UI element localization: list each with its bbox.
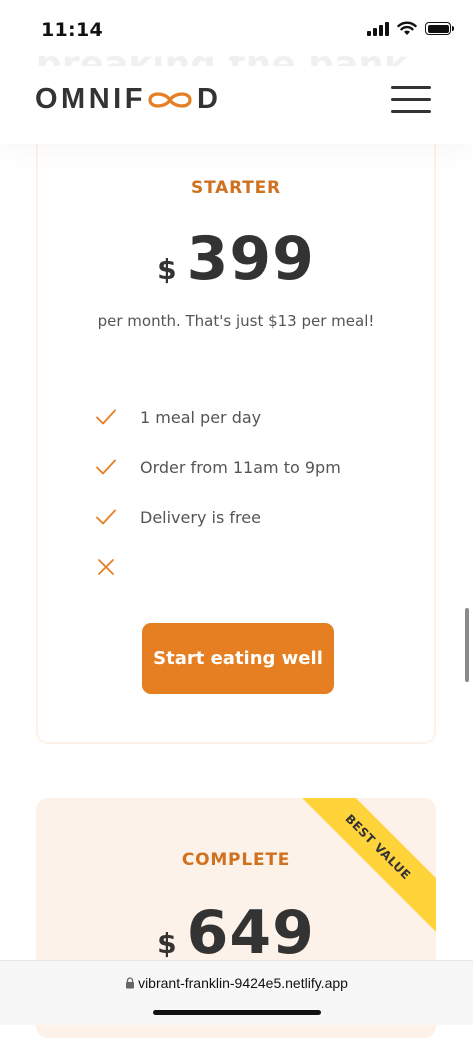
plan-price: $ 649 xyxy=(36,898,436,968)
feature-text: Order from 11am to 9pm xyxy=(140,457,341,477)
pricing-plan-starter: STARTER $ 399 per month. That's just $13… xyxy=(36,110,436,744)
url-field[interactable]: vibrant-franklin-9424e5.netlify.app xyxy=(0,975,473,991)
feature-text: 1 meal per day xyxy=(140,407,262,427)
page-url: vibrant-franklin-9424e5.netlify.app xyxy=(138,975,348,991)
home-indicator[interactable] xyxy=(153,1010,321,1015)
feature-item: 1 meal per day xyxy=(94,392,341,442)
lock-icon xyxy=(126,977,135,989)
close-icon xyxy=(98,559,114,575)
price-currency: $ xyxy=(157,927,177,960)
feature-item: Delivery is free xyxy=(94,492,341,542)
status-bar: 11:14 xyxy=(0,0,473,56)
wifi-icon xyxy=(397,21,417,35)
cellular-signal-icon xyxy=(367,21,389,36)
price-currency: $ xyxy=(157,253,177,286)
omnifood-logo[interactable]: OMNIF D xyxy=(35,83,221,116)
price-amount: 649 xyxy=(186,898,315,968)
infinity-logo-icon xyxy=(148,91,192,108)
battery-icon xyxy=(425,22,454,35)
feature-item: Order from 11am to 9pm xyxy=(94,442,341,492)
page-scrollbar[interactable] xyxy=(465,608,469,682)
plan-name: COMPLETE xyxy=(181,850,291,870)
site-header: breaking the bank OMNIF D xyxy=(0,44,473,144)
status-time: 11:14 xyxy=(41,19,103,41)
checkmark-icon xyxy=(96,509,116,525)
feature-list: 1 meal per day Order from 11am to 9pm De… xyxy=(94,392,341,592)
logo-text-prefix: OMNIF xyxy=(35,83,146,115)
price-amount: 399 xyxy=(186,224,315,294)
browser-address-bar: vibrant-franklin-9424e5.netlify.app xyxy=(0,960,473,1025)
logo-text-suffix: D xyxy=(196,83,222,115)
status-icons xyxy=(367,21,454,36)
hamburger-menu-icon[interactable] xyxy=(391,86,431,114)
price-note: per month. That's just $13 per meal! xyxy=(97,312,375,330)
checkmark-icon xyxy=(96,409,116,425)
feature-text: Delivery is free xyxy=(140,507,261,527)
start-eating-well-button[interactable]: Start eating well xyxy=(142,623,334,694)
plan-price: $ 399 xyxy=(38,224,434,294)
plan-name: STARTER xyxy=(191,178,281,198)
feature-item xyxy=(94,542,341,592)
checkmark-icon xyxy=(96,459,116,475)
